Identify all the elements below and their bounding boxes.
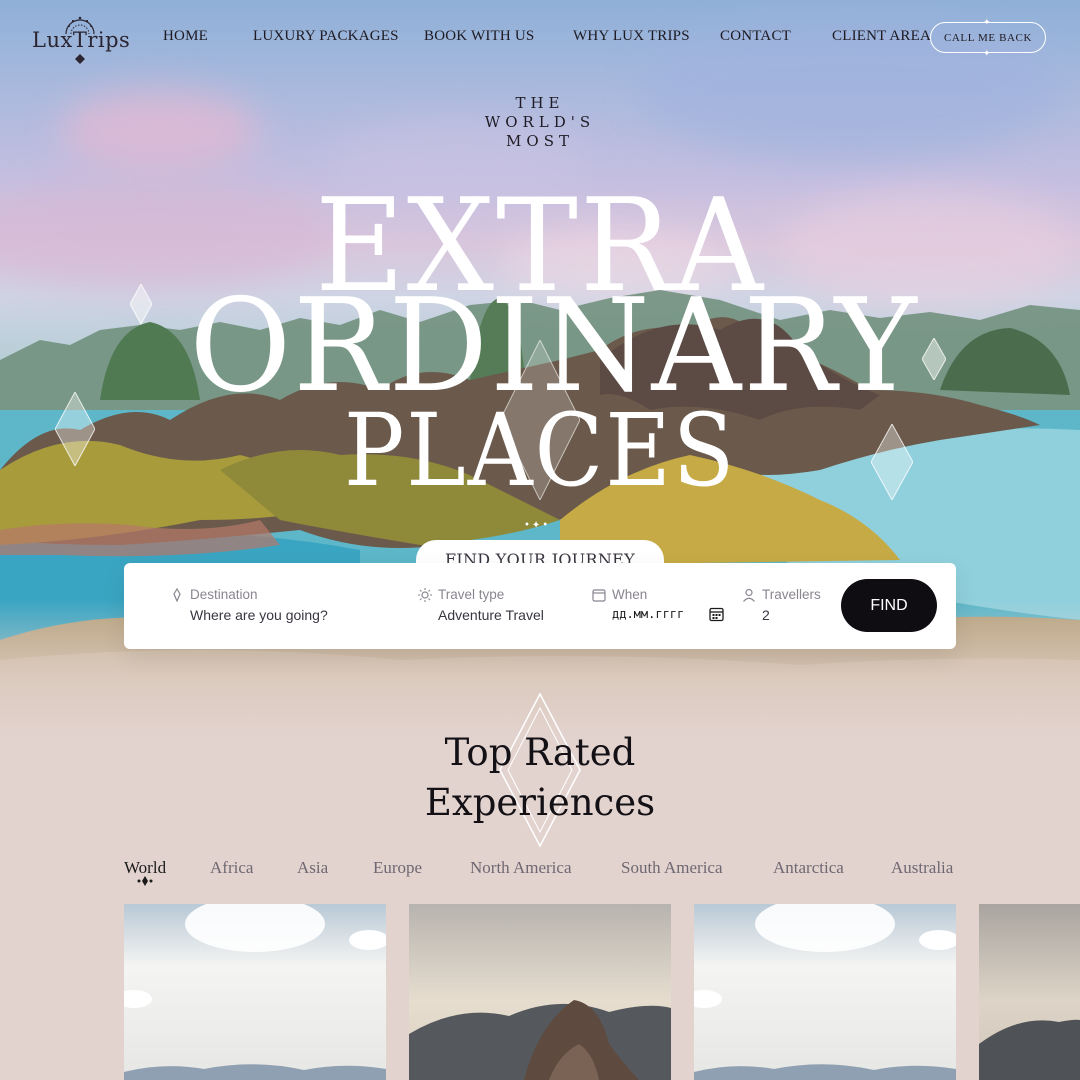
travellers-field[interactable]: Travellers 2 (742, 587, 821, 623)
tab-asia[interactable]: Asia (297, 858, 328, 878)
find-button[interactable]: FIND (841, 579, 937, 632)
sparkle-icon: ✦ (983, 17, 992, 27)
experience-card[interactable] (694, 904, 956, 1080)
active-tab-indicator-icon (137, 876, 153, 886)
pin-icon (173, 587, 181, 602)
brand-name: LuxTrips (32, 28, 131, 52)
travel-type-field[interactable]: Travel type Adventure Travel (418, 587, 544, 623)
tab-europe[interactable]: Europe (373, 858, 422, 878)
hero-pretitle: THE WORLD'S MOST (484, 94, 596, 150)
brand-logo[interactable]: LuxTrips (32, 12, 131, 64)
date-input[interactable]: дд.мм.гггг (592, 607, 684, 621)
destination-input[interactable]: Where are you going? (170, 607, 328, 623)
calendar-picker-icon[interactable] (709, 607, 724, 622)
sun-icon (418, 587, 432, 602)
nav-contact[interactable]: CONTACT (720, 28, 791, 45)
tab-world[interactable]: World (124, 858, 166, 878)
experience-card[interactable] (124, 904, 386, 1080)
calendar-icon (592, 588, 606, 602)
tab-north-america[interactable]: North America (470, 858, 572, 878)
gem-icon (75, 54, 85, 64)
destination-field[interactable]: Destination Where are you going? (170, 587, 328, 623)
experience-image (409, 904, 671, 1080)
hero-headline-line3: PLACES (343, 392, 737, 509)
when-field[interactable]: When дд.мм.гггг (592, 587, 684, 621)
tab-australia[interactable]: Australia (891, 858, 953, 878)
nav-why-lux-trips[interactable]: WHY LUX TRIPS (573, 28, 690, 45)
tab-antarctica[interactable]: Antarctica (773, 858, 844, 878)
nav-home[interactable]: HOME (163, 28, 208, 45)
search-bar: Destination Where are you going? Travel … (124, 563, 956, 649)
section-title: Top Rated Experiences (424, 731, 656, 824)
travellers-input[interactable]: 2 (742, 607, 821, 623)
nav-client-area[interactable]: CLIENT AREA (832, 28, 931, 45)
top-navigation: LuxTrips HOME LUXURY PACKAGES BOOK WITH … (0, 0, 1080, 76)
nav-luxury-packages[interactable]: LUXURY PACKAGES (253, 28, 399, 45)
sparkle-icon: •✦• (524, 520, 551, 531)
experience-image (979, 904, 1080, 1080)
experience-card[interactable] (409, 904, 671, 1080)
sparkle-icon: ✦ (983, 48, 992, 58)
tab-africa[interactable]: Africa (210, 858, 253, 878)
user-icon (743, 588, 755, 602)
experience-card[interactable] (979, 904, 1080, 1080)
call-me-back-button[interactable]: ✦ CALL ME BACK ✦ (930, 17, 1046, 58)
experience-image (124, 904, 386, 1080)
tab-south-america[interactable]: South America (621, 858, 723, 878)
experience-image (694, 904, 956, 1080)
travel-type-select[interactable]: Adventure Travel (418, 607, 544, 623)
call-me-back-label: CALL ME BACK (943, 31, 1033, 44)
nav-book-with-us[interactable]: BOOK WITH US (424, 28, 534, 45)
